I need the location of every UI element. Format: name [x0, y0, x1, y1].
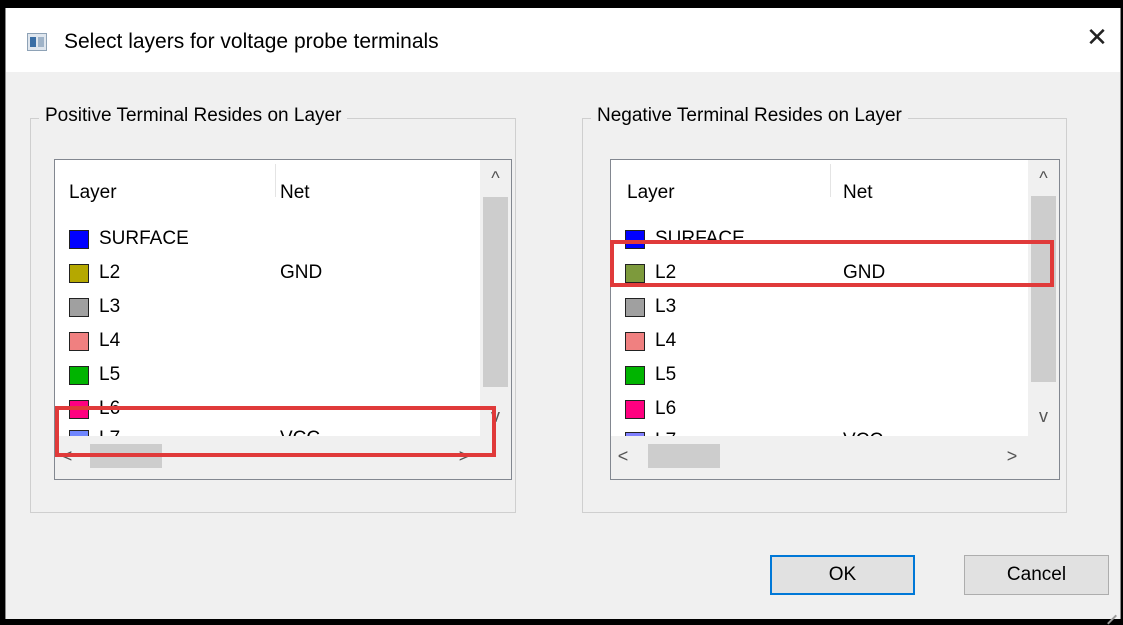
- negative-layer-list[interactable]: Layer Net SURFACE L2 GND L3 L4 L5 L6 ^ v…: [610, 159, 1060, 480]
- vertical-scroll-thumb[interactable]: [483, 197, 508, 387]
- layer-color-swatch: [625, 366, 645, 385]
- layer-color-swatch: [69, 332, 89, 351]
- net-name: GND: [280, 262, 323, 283]
- layer-color-swatch: [69, 230, 89, 249]
- ok-button[interactable]: OK: [770, 555, 915, 595]
- horizontal-scroll-thumb[interactable]: [648, 444, 720, 468]
- column-separator[interactable]: [275, 164, 276, 197]
- list-item-surface[interactable]: SURFACE: [69, 225, 489, 255]
- vertical-scrollbar[interactable]: ^ v: [480, 160, 511, 436]
- layer-name: L3: [99, 296, 121, 317]
- list-item-l5[interactable]: L5: [69, 361, 489, 391]
- scroll-left-icon[interactable]: <: [613, 446, 633, 467]
- list-item-l3[interactable]: L3: [625, 293, 1045, 323]
- scrollbar-corner: [1028, 436, 1059, 479]
- list-item-l5[interactable]: L5: [625, 361, 1045, 391]
- positive-terminal-group: Positive Terminal Resides on Layer Layer…: [30, 105, 516, 513]
- negative-group-label: Negative Terminal Resides on Layer: [591, 105, 908, 127]
- close-icon: ✕: [1086, 21, 1108, 52]
- vertical-scroll-thumb[interactable]: [1031, 196, 1056, 382]
- title-bar[interactable]: Select layers for voltage probe terminal…: [6, 8, 1120, 72]
- layer-name: L4: [655, 330, 677, 351]
- layer-name: L6: [655, 398, 677, 419]
- column-header-net[interactable]: Net: [280, 182, 310, 204]
- horizontal-scrollbar[interactable]: < >: [611, 436, 1028, 479]
- column-header-layer[interactable]: Layer: [69, 182, 117, 204]
- vertical-scrollbar[interactable]: ^ v: [1028, 160, 1059, 436]
- layer-name: SURFACE: [99, 228, 189, 249]
- layer-name: L3: [655, 296, 677, 317]
- scroll-down-icon[interactable]: v: [1028, 406, 1059, 427]
- cancel-button[interactable]: Cancel: [964, 555, 1109, 595]
- layer-color-swatch: [625, 400, 645, 419]
- layer-color-swatch: [69, 298, 89, 317]
- negative-terminal-group: Negative Terminal Resides on Layer Layer…: [582, 105, 1067, 513]
- layer-color-swatch: [625, 298, 645, 317]
- application-window-icon: [27, 33, 47, 51]
- list-item-l4[interactable]: L4: [69, 327, 489, 357]
- layer-color-swatch: [69, 264, 89, 283]
- layer-color-swatch: [625, 332, 645, 351]
- dialog-window: Select layers for voltage probe terminal…: [5, 8, 1121, 619]
- scroll-up-icon[interactable]: ^: [480, 168, 511, 189]
- list-item-l3[interactable]: L3: [69, 293, 489, 323]
- list-item-l4[interactable]: L4: [625, 327, 1045, 357]
- scroll-up-icon[interactable]: ^: [1028, 168, 1059, 189]
- column-header-net[interactable]: Net: [843, 182, 873, 204]
- list-item-l6[interactable]: L6: [625, 395, 1045, 425]
- column-header-layer[interactable]: Layer: [627, 182, 675, 204]
- scroll-right-icon[interactable]: >: [1002, 446, 1022, 467]
- layer-color-swatch: [69, 366, 89, 385]
- resize-grip-icon[interactable]: [1105, 604, 1117, 616]
- layer-name: L4: [99, 330, 121, 351]
- layer-name: L5: [655, 364, 677, 385]
- layer-name: L5: [99, 364, 121, 385]
- layer-name: L2: [99, 262, 121, 283]
- selection-highlight-box: [610, 240, 1054, 287]
- selection-highlight-box: [55, 406, 496, 457]
- column-separator[interactable]: [830, 164, 831, 197]
- list-item-l2[interactable]: L2 GND: [69, 259, 489, 289]
- dialog-title: Select layers for voltage probe terminal…: [64, 30, 439, 53]
- close-button[interactable]: ✕: [1074, 14, 1120, 60]
- positive-group-label: Positive Terminal Resides on Layer: [39, 105, 348, 127]
